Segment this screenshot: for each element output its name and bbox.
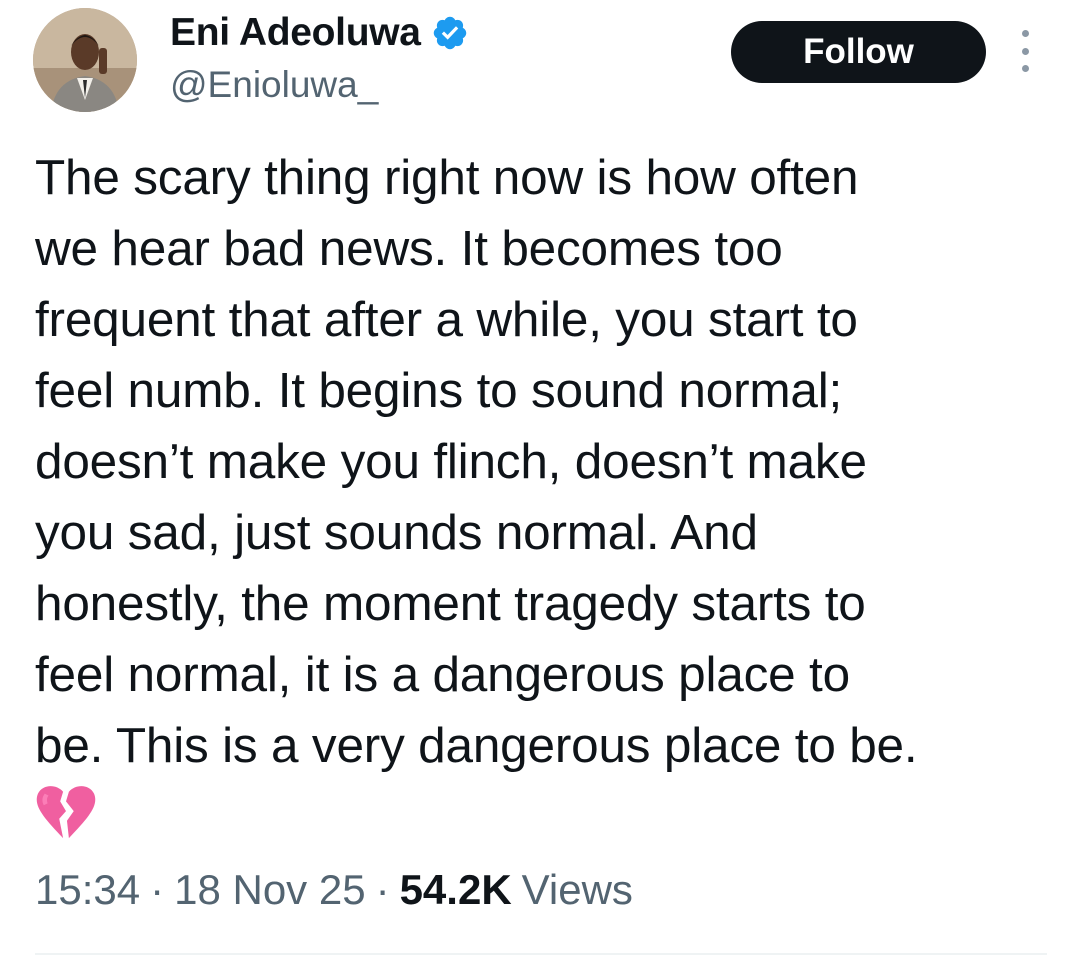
verified-badge-icon bbox=[431, 14, 469, 52]
author-display-name[interactable]: Eni Adeoluwa bbox=[170, 11, 421, 55]
more-options-icon[interactable] bbox=[1010, 30, 1040, 72]
profile-photo-icon bbox=[33, 8, 137, 112]
author-handle[interactable]: @Enioluwa_ bbox=[170, 64, 378, 106]
divider bbox=[35, 953, 1047, 955]
follow-button[interactable]: Follow bbox=[731, 21, 986, 83]
views-count: 54.2K bbox=[399, 866, 512, 913]
broken-heart-icon bbox=[35, 784, 97, 842]
meta-separator: · bbox=[375, 866, 390, 913]
tweet-text: The scary thing right now is how often w… bbox=[35, 150, 918, 773]
tweet-time[interactable]: 15:34 bbox=[35, 866, 140, 914]
author-name-row[interactable]: Eni Adeoluwa bbox=[170, 8, 469, 58]
views-label: Views bbox=[521, 866, 633, 913]
dot bbox=[1021, 47, 1029, 55]
tweet-meta: 15:34 · 18 Nov 25 · 54.2K Views bbox=[35, 866, 633, 914]
dot bbox=[1021, 65, 1029, 72]
author-avatar[interactable] bbox=[33, 8, 137, 112]
tweet-date[interactable]: 18 Nov 25 bbox=[174, 866, 365, 914]
meta-separator: · bbox=[150, 866, 165, 913]
dot bbox=[1021, 30, 1029, 37]
